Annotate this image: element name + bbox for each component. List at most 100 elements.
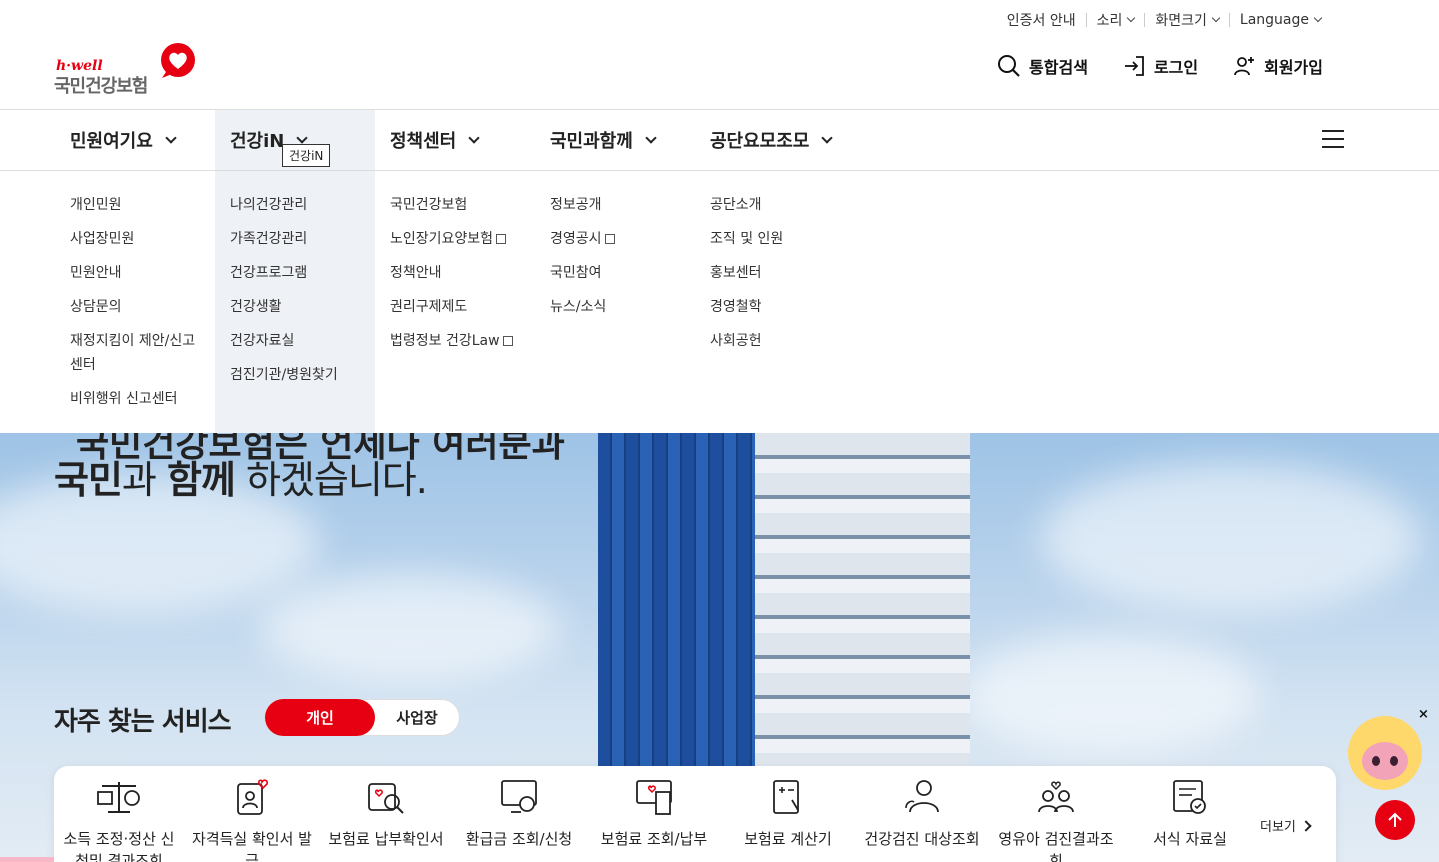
service-qualification[interactable]: 자격득실 확인서 발급: [192, 778, 312, 862]
menu-link[interactable]: 권리구제제도: [390, 295, 525, 319]
main-nav: 민원여기요 건강iN 정책센터 국민과함께 공단요모조모: [55, 110, 855, 170]
nav-item-civil[interactable]: 민원여기요: [55, 110, 215, 170]
external-link-icon: [496, 234, 507, 244]
search-button[interactable]: 통합검색: [997, 54, 1088, 78]
menu-link[interactable]: 경영공시: [550, 227, 685, 251]
nav-item-about[interactable]: 공단요모조모: [695, 110, 855, 170]
menu-link[interactable]: 건강프로그램: [230, 261, 365, 285]
tab-personal[interactable]: 개인: [265, 699, 375, 736]
menu-link[interactable]: 경영철학: [710, 295, 845, 319]
cert-guide-link[interactable]: 인증서 안내: [997, 10, 1086, 30]
external-link-icon: [502, 336, 513, 346]
nav-tooltip: 건강iN: [282, 144, 331, 167]
service-premium-pay[interactable]: 보험료 조회/납부: [594, 778, 714, 850]
people-search-icon: [905, 780, 939, 813]
utility-bar: 인증서 안내 소리 화면크기 Language: [997, 8, 1331, 32]
id-card-icon: [237, 779, 268, 815]
scroll-top-button[interactable]: [1375, 800, 1415, 840]
language-menu[interactable]: Language: [1230, 12, 1331, 28]
service-checkup-target[interactable]: 건강검진 대상조회: [862, 778, 982, 850]
menu-link[interactable]: 법령정보 건강Law: [390, 329, 525, 353]
search-icon: [998, 55, 1020, 77]
hero-banner: 국민건강보험은 언제나 여러분과 국민과 함께 하겠습니다. 자주 찾는 서비스…: [0, 433, 1439, 862]
menu-column-together: 정보공개 경영공시 국민참여 뉴스/소식: [535, 171, 695, 434]
menu-link[interactable]: 국민참여: [550, 261, 685, 285]
chatbot-character-icon: [1362, 742, 1408, 780]
chevron-down-icon: [296, 131, 309, 144]
mega-menu: 개인민원 사업장민원 민원안내 상담문의 재정지킴이 제안/신고센터 비위행위 …: [0, 170, 1439, 434]
cloud: [960, 633, 1260, 753]
login-button[interactable]: 로그인: [1122, 54, 1198, 78]
menu-link[interactable]: 조직 및 인원: [710, 227, 845, 251]
join-button[interactable]: 회원가입: [1232, 54, 1323, 78]
sound-menu[interactable]: 소리: [1087, 10, 1145, 30]
calculator-icon: [773, 780, 799, 814]
service-income-adjust[interactable]: 소득 조정·정산 신청및 결과조회: [59, 778, 179, 862]
chevron-down-icon: [821, 131, 834, 144]
nav-item-together[interactable]: 국민과함께: [535, 110, 695, 170]
chevron-down-icon: [165, 131, 177, 144]
menu-link[interactable]: 건강생활: [230, 295, 365, 319]
chevron-down-icon: [1127, 13, 1136, 23]
menu-column-policy: 국민건강보험 노인장기요양보험 정책안내 권리구제제도 법령정보 건강Law: [375, 171, 535, 434]
services-panel: 소득 조정·정산 신청및 결과조회 자격득실 확인서 발급 보험료 납부확인서 …: [54, 766, 1336, 862]
menu-link[interactable]: 뉴스/소식: [550, 295, 685, 319]
service-payment-confirm[interactable]: 보험료 납부확인서: [326, 778, 446, 850]
menu-link[interactable]: 공단소개: [710, 193, 845, 217]
menu-link[interactable]: 건강자료실: [230, 329, 365, 353]
chatbot-close-button[interactable]: ×: [1418, 707, 1429, 722]
all-menu-button[interactable]: [1322, 130, 1344, 148]
service-forms[interactable]: 서식 자료실: [1130, 778, 1250, 850]
nav-item-policy[interactable]: 정책센터: [375, 110, 535, 170]
menu-link[interactable]: 재정지킴이 제안/신고센터: [70, 329, 205, 377]
site-logo[interactable]: h·well 국민건강보험: [54, 42, 204, 98]
user-add-icon: [1234, 57, 1255, 76]
monitor-coin-icon: [501, 780, 537, 813]
menu-column-health-in: 나의건강관리 가족건강관리 건강프로그램 건강생활 건강자료실 검진기관/병원찾…: [215, 171, 375, 434]
arrow-up-icon: [1388, 812, 1402, 827]
chevron-down-icon: [468, 131, 480, 144]
scale-icon: [97, 782, 140, 813]
decorative-bar: [0, 857, 54, 862]
chevron-right-icon: [1300, 819, 1312, 832]
menu-link[interactable]: 개인민원: [70, 193, 205, 217]
menu-link[interactable]: 상담문의: [70, 295, 205, 319]
external-link-icon: [604, 234, 615, 244]
chevron-down-icon: [1313, 13, 1323, 23]
building-image: [755, 433, 970, 773]
family-icon: [1038, 781, 1074, 813]
menu-link[interactable]: 비위행위 신고센터: [70, 387, 205, 411]
service-type-toggle: 개인 사업장: [264, 699, 460, 736]
menu-link[interactable]: 정보공개: [550, 193, 685, 217]
receipt-icon: [636, 780, 672, 815]
cloud: [1040, 463, 1420, 613]
menu-link[interactable]: 노인장기요양보험: [390, 227, 525, 251]
menu-link[interactable]: 홍보센터: [710, 261, 845, 285]
chevron-down-icon: [1211, 13, 1221, 23]
service-refund[interactable]: 환급금 조회/신청: [459, 778, 579, 850]
menu-link[interactable]: 국민건강보험: [390, 193, 525, 217]
service-infant-checkup[interactable]: 영유아 검진결과조회: [996, 778, 1116, 862]
cloud: [260, 573, 560, 683]
menu-column-about: 공단소개 조직 및 인원 홍보센터 경영철학 사회공헌: [695, 171, 855, 434]
screen-size-menu[interactable]: 화면크기: [1145, 10, 1229, 30]
hero-headline: 국민과 함께 하겠습니다.: [54, 458, 428, 502]
menu-link[interactable]: 사업장민원: [70, 227, 205, 251]
menu-column-civil: 개인민원 사업장민원 민원안내 상담문의 재정지킴이 제안/신고센터 비위행위 …: [55, 171, 215, 434]
chevron-down-icon: [645, 131, 657, 144]
document-search-icon: [368, 783, 404, 814]
form-check-icon: [1173, 780, 1206, 814]
menu-link[interactable]: 검진기관/병원찾기: [230, 363, 365, 387]
menu-link[interactable]: 정책안내: [390, 261, 525, 285]
heart-logo-icon: [161, 43, 195, 78]
menu-link[interactable]: 민원안내: [70, 261, 205, 285]
menu-link[interactable]: 가족건강관리: [230, 227, 365, 251]
header-actions: 통합검색 로그인 회원가입: [997, 54, 1323, 78]
more-services-link[interactable]: 더보기: [1260, 816, 1312, 835]
service-calculator[interactable]: 보험료 계산기: [728, 778, 848, 850]
login-icon: [1124, 56, 1144, 76]
menu-link[interactable]: 사회공헌: [710, 329, 845, 353]
tab-business[interactable]: 사업장: [375, 700, 459, 735]
menu-link[interactable]: 나의건강관리: [230, 193, 365, 217]
chatbot-button[interactable]: [1348, 716, 1422, 790]
